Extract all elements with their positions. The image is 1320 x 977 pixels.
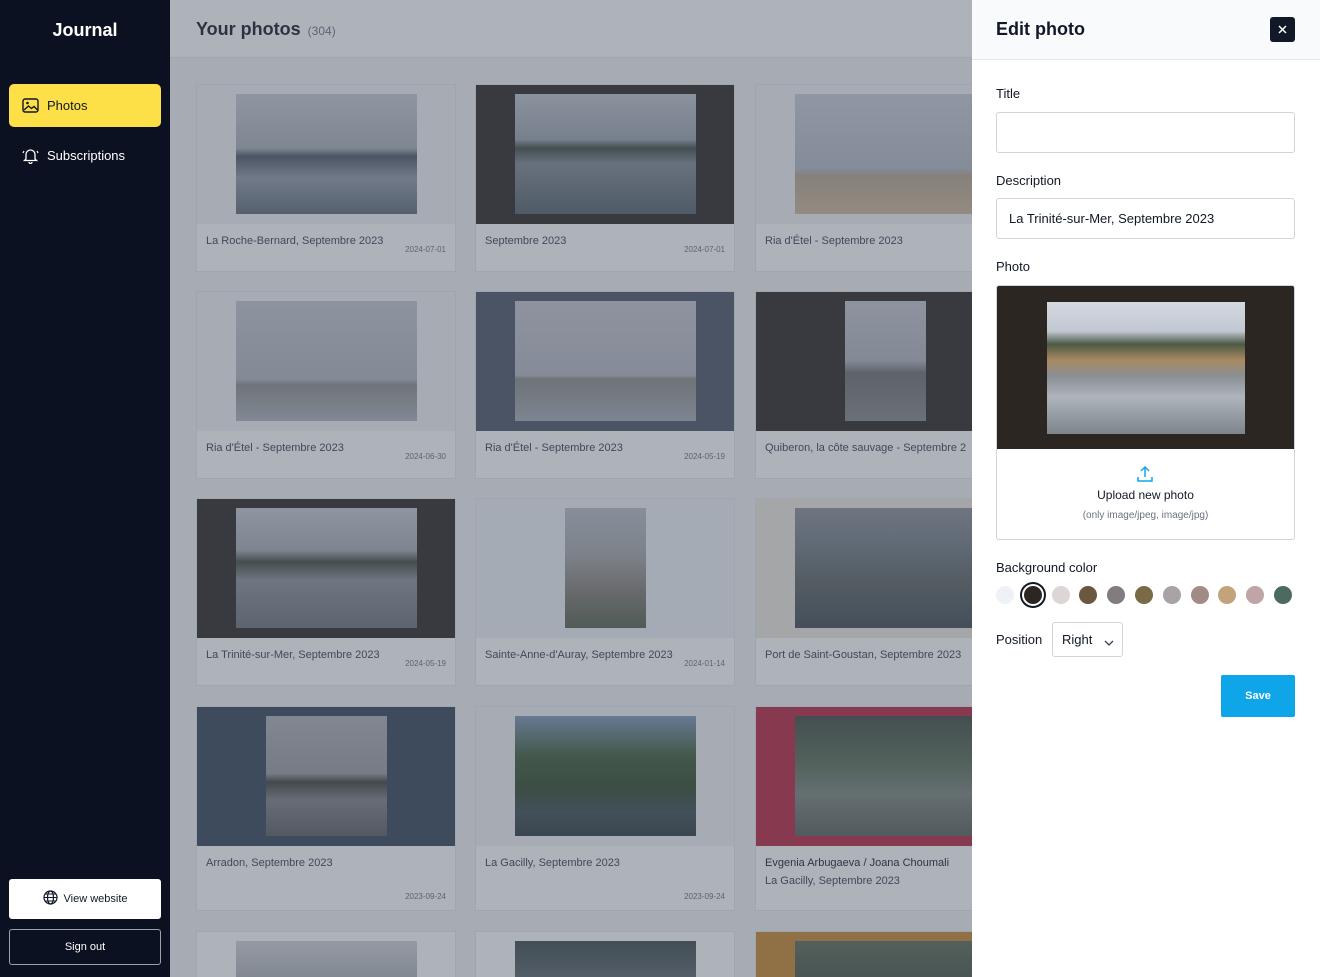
color-swatch[interactable] — [1079, 586, 1098, 604]
color-swatch[interactable] — [1051, 586, 1070, 604]
upload-hint: (only image/jpeg, image/jpg) — [1082, 510, 1209, 521]
sidebar: Journal Photos Subscriptions View websit… — [0, 0, 170, 977]
background-color-label: Background color — [996, 560, 1098, 575]
color-swatch[interactable] — [1107, 586, 1126, 604]
sidebar-item-subscriptions[interactable]: Subscriptions — [9, 134, 161, 177]
title-label: Title — [996, 86, 1021, 101]
photo-preview-image — [1047, 302, 1245, 434]
edit-photo-panel: Edit photo Title Description Photo Uploa… — [972, 0, 1320, 977]
description-label: Description — [996, 173, 1062, 188]
globe-icon — [42, 890, 58, 908]
position-select[interactable]: Right — [1052, 622, 1123, 657]
position-value: Right — [1062, 632, 1093, 647]
color-swatch[interactable] — [1023, 586, 1042, 604]
sign-out-button[interactable]: Sign out — [9, 929, 161, 965]
color-swatch[interactable] — [1218, 586, 1237, 604]
sidebar-item-photos[interactable]: Photos — [9, 84, 161, 127]
position-label: Position — [996, 632, 1043, 647]
upload-label[interactable]: Upload new photo — [997, 488, 1294, 502]
view-website-button[interactable]: View website — [9, 879, 161, 919]
save-button[interactable]: Save — [1221, 675, 1295, 717]
photo-label: Photo — [996, 259, 1030, 274]
photo-preview — [997, 286, 1294, 449]
modal-backdrop[interactable] — [170, 0, 972, 977]
close-icon — [1278, 22, 1287, 37]
upload-icon[interactable] — [1135, 464, 1155, 484]
panel-title: Edit photo — [996, 19, 1085, 39]
image-icon — [22, 97, 39, 114]
color-swatch[interactable] — [1135, 586, 1153, 604]
description-input[interactable] — [996, 198, 1295, 239]
chevron-down-icon — [1104, 635, 1114, 650]
sidebar-item-label: Subscriptions — [47, 148, 126, 163]
color-swatch[interactable] — [1190, 586, 1209, 604]
bell-icon — [22, 147, 39, 164]
title-input[interactable] — [996, 112, 1295, 153]
color-swatch[interactable] — [1274, 586, 1292, 604]
panel-header: Edit photo — [972, 0, 1320, 60]
color-swatch[interactable] — [1162, 586, 1181, 604]
sidebar-item-label: Photos — [47, 98, 88, 113]
close-button[interactable] — [1270, 17, 1295, 42]
app-title: Journal — [52, 20, 118, 40]
view-website-label: View website — [63, 893, 128, 905]
color-swatch[interactable] — [996, 586, 1014, 604]
photo-upload-box[interactable]: Upload new photo (only image/jpeg, image… — [996, 285, 1295, 540]
color-swatch[interactable] — [1246, 586, 1265, 604]
